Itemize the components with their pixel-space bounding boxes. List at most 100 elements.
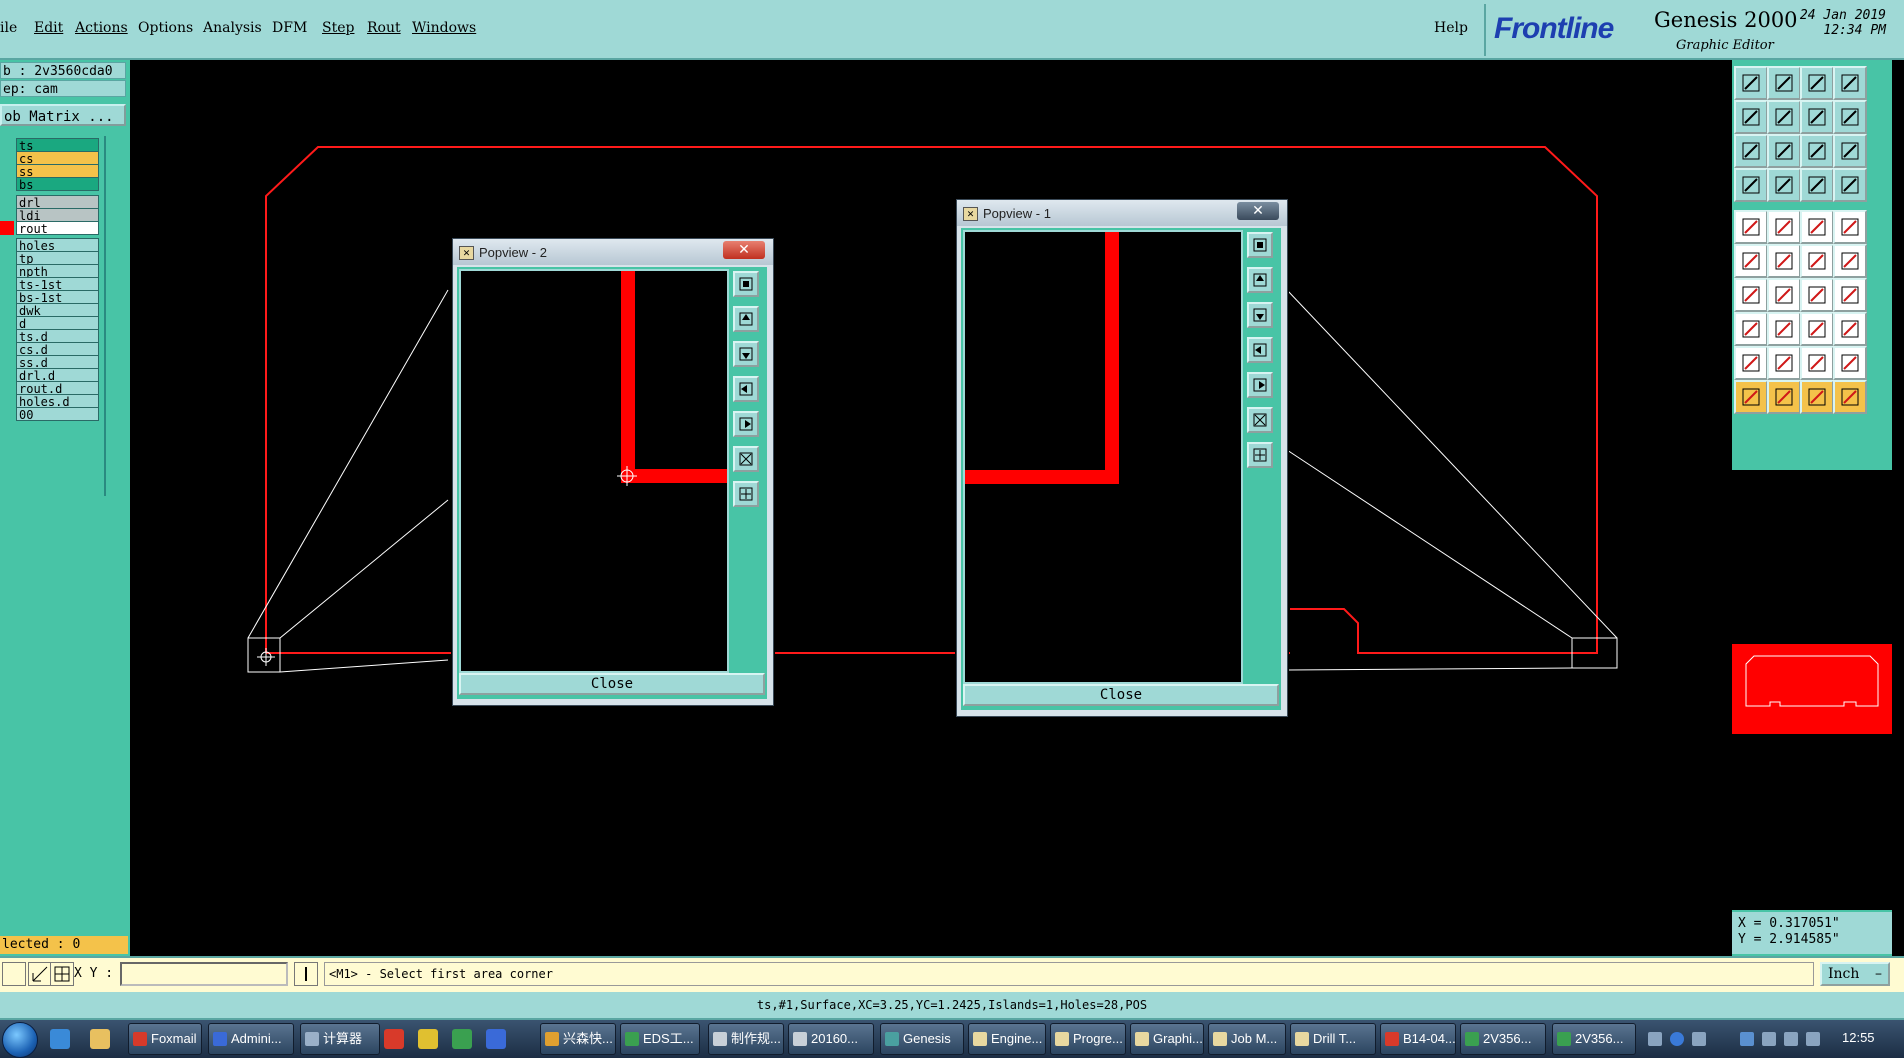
pan-down-icon[interactable] — [733, 341, 759, 367]
box-icon[interactable] — [1800, 312, 1834, 346]
dot-icon[interactable] — [1833, 210, 1867, 244]
popview-1-view[interactable] — [963, 230, 1243, 684]
select-arrow-icon[interactable] — [1734, 380, 1768, 414]
layer-item[interactable]: cs — [16, 151, 99, 166]
layer-item[interactable]: tp — [16, 251, 99, 266]
taskbar-button[interactable]: Engine... — [968, 1023, 1046, 1055]
taskbar-button[interactable]: Admini... — [208, 1023, 294, 1055]
right-align-icon[interactable] — [1767, 100, 1801, 134]
zoom-out-icon[interactable] — [733, 481, 759, 507]
connect-icon[interactable] — [1734, 244, 1768, 278]
popview-1-window[interactable]: ✕ Popview - 1 ✕ Close — [956, 199, 1288, 717]
menu-rout[interactable]: Rout — [367, 20, 401, 36]
pinned-app-icon[interactable] — [486, 1029, 506, 1049]
pan-right-icon[interactable] — [733, 411, 759, 437]
units-selector[interactable]: Inch – — [1820, 962, 1890, 986]
layer-item[interactable]: ldi — [16, 208, 99, 223]
taskbar-button[interactable]: Genesis — [880, 1023, 964, 1055]
taskbar-button[interactable]: Drill T... — [1290, 1023, 1376, 1055]
zoom-fit-icon[interactable] — [1734, 134, 1768, 168]
select-poly-icon[interactable] — [1800, 380, 1834, 414]
angle-icon[interactable] — [1734, 278, 1768, 312]
arc-icon[interactable] — [1800, 244, 1834, 278]
xy-input[interactable] — [120, 962, 288, 986]
minus-icon[interactable] — [1767, 312, 1801, 346]
layer-item[interactable]: drl — [16, 195, 99, 210]
left-align-icon[interactable] — [1734, 100, 1768, 134]
layer-item[interactable]: ts.d — [16, 329, 99, 344]
home-icon[interactable] — [1800, 66, 1834, 100]
scale-1to1-icon[interactable] — [1800, 134, 1834, 168]
menu-windows[interactable]: Windows — [412, 20, 476, 36]
cross-icon[interactable] — [1767, 244, 1801, 278]
layer-item[interactable]: ts — [16, 138, 99, 153]
popview-1-close-button[interactable]: Close — [963, 684, 1279, 706]
select-box-icon[interactable] — [1767, 380, 1801, 414]
zoom-in-icon[interactable] — [1247, 407, 1273, 433]
group-icon[interactable] — [1833, 312, 1867, 346]
graphic-canvas[interactable] — [130, 60, 1730, 956]
popview-2-titlebar[interactable]: ✕ Popview - 2 ✕ — [453, 239, 773, 265]
layer-down-icon[interactable] — [1767, 66, 1801, 100]
taskbar-button[interactable]: 20160... — [788, 1023, 874, 1055]
explorer-icon[interactable] — [90, 1029, 110, 1049]
route-icon[interactable] — [1800, 168, 1834, 202]
pinned-app-icon[interactable] — [384, 1029, 404, 1049]
triangle-b-icon[interactable] — [1800, 346, 1834, 380]
pinned-app-icon[interactable] — [418, 1029, 438, 1049]
frame-icon[interactable] — [1833, 66, 1867, 100]
start-button-icon[interactable] — [2, 1022, 38, 1058]
zoom-fit-icon[interactable] — [733, 271, 759, 297]
network-icon[interactable] — [1740, 1032, 1754, 1046]
close-icon[interactable]: ✕ — [723, 241, 765, 259]
node-icon[interactable] — [1833, 244, 1867, 278]
help-tray-icon[interactable] — [1670, 1032, 1684, 1046]
layer-item[interactable]: ss — [16, 164, 99, 179]
point-icon[interactable] — [1734, 312, 1768, 346]
taskbar-button[interactable]: Progre... — [1050, 1023, 1126, 1055]
pad-icon[interactable] — [1734, 168, 1768, 202]
layer-item[interactable]: holes — [16, 238, 99, 253]
triangle-a-icon[interactable] — [1767, 346, 1801, 380]
zoom-out-icon[interactable] — [1247, 442, 1273, 468]
popview-2-window[interactable]: ✕ Popview - 2 ✕ Close — [452, 238, 774, 706]
popview-1-titlebar[interactable]: ✕ Popview - 1 ✕ — [957, 200, 1287, 226]
step-icon[interactable] — [1833, 100, 1867, 134]
layer-item[interactable]: ss.d — [16, 355, 99, 370]
pan-up-icon[interactable] — [733, 306, 759, 332]
menu-actions[interactable]: Actions — [75, 20, 128, 36]
taskbar-button[interactable]: 计算器 — [300, 1023, 380, 1055]
tray-icon[interactable] — [1648, 1032, 1662, 1046]
snap-mode-icon[interactable] — [1800, 100, 1834, 134]
layer-item[interactable]: bs — [16, 177, 99, 192]
layer-item[interactable]: ts-1st — [16, 277, 99, 292]
layer-item[interactable]: d — [16, 316, 99, 331]
select-path-icon[interactable] — [1833, 380, 1867, 414]
pad-tool-icon[interactable] — [1734, 210, 1768, 244]
menu-file[interactable]: ile — [0, 20, 17, 36]
menu-options[interactable]: Options — [138, 20, 193, 36]
layer-up-icon[interactable] — [1734, 66, 1768, 100]
taskbar-button[interactable]: 2V356... — [1460, 1023, 1546, 1055]
job-matrix-button[interactable]: ob Matrix ... — [0, 104, 126, 126]
taskbar-button[interactable]: Graphi... — [1130, 1023, 1204, 1055]
layer-item[interactable]: rout.d — [16, 381, 99, 396]
ie-icon[interactable] — [50, 1029, 70, 1049]
display-icon[interactable] — [1784, 1032, 1798, 1046]
pan-left-icon[interactable] — [1247, 337, 1273, 363]
triangle-c-icon[interactable] — [1833, 346, 1867, 380]
route-alt-icon[interactable] — [1833, 168, 1867, 202]
layer-item[interactable]: holes.d — [16, 394, 99, 409]
triangle-icon[interactable] — [1734, 346, 1768, 380]
menu-step[interactable]: Step — [322, 20, 354, 36]
zoom-fit-icon[interactable] — [1247, 232, 1273, 258]
pan-right-icon[interactable] — [1247, 372, 1273, 398]
volume-icon[interactable] — [1806, 1032, 1820, 1046]
pinned-app-icon[interactable] — [452, 1029, 472, 1049]
popview-2-close-button[interactable]: Close — [459, 673, 765, 695]
menu-help[interactable]: Help — [1434, 20, 1468, 36]
info-icon[interactable] — [294, 962, 318, 986]
ruler-icon[interactable] — [1800, 210, 1834, 244]
pan-left-icon[interactable] — [733, 376, 759, 402]
zoom-center-icon[interactable] — [1767, 134, 1801, 168]
